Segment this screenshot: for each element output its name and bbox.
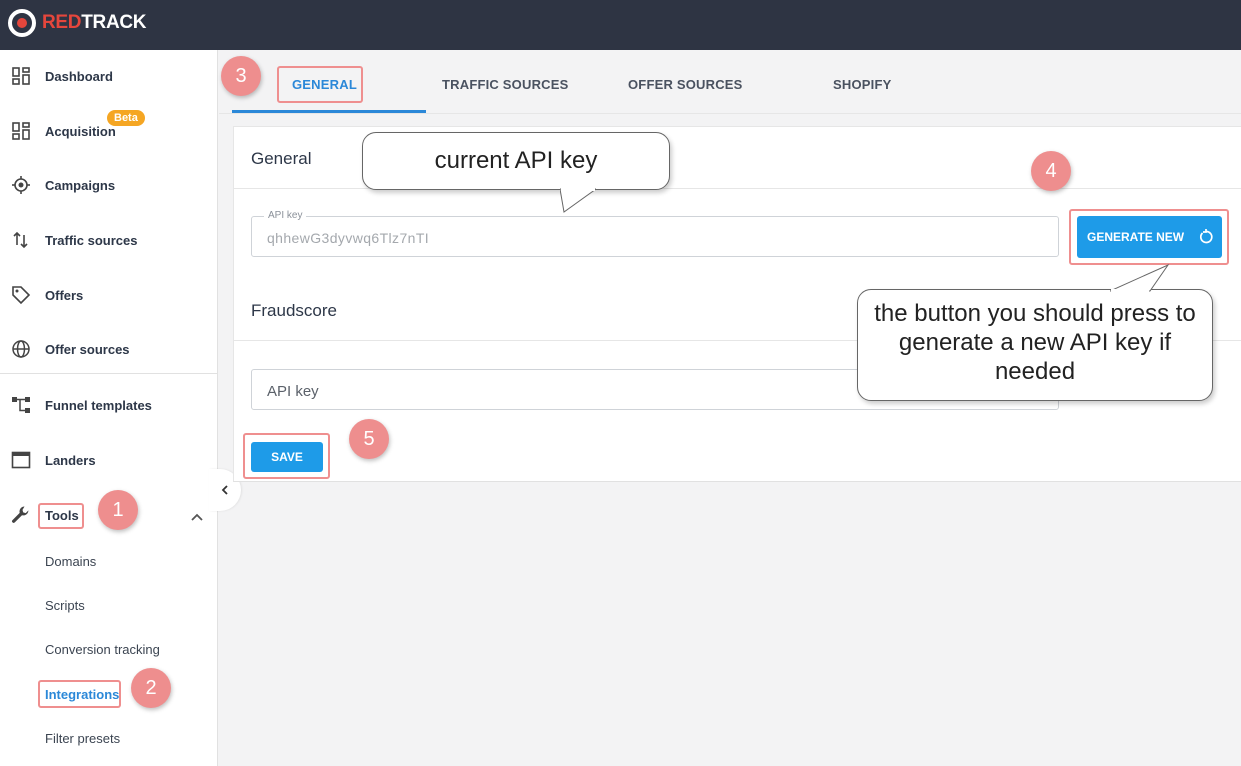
sidebar-item-label: Traffic sources	[45, 232, 138, 248]
logo-text: REDTRACK	[42, 12, 147, 33]
sidebar-divider	[0, 373, 218, 374]
api-key-field[interactable]: API key qhhewG3dyvwq6Tlz7nTI	[251, 210, 1059, 257]
sidebar-subitem-domains[interactable]: Domains	[45, 554, 96, 569]
sidebar-item-label: Acquisition	[45, 123, 116, 139]
sidebar-item-funnel-templates[interactable]: Funnel templates	[0, 385, 218, 425]
sidebar-subitem-filter-presets[interactable]: Filter presets	[45, 731, 120, 746]
funnel-icon	[10, 394, 32, 416]
step-marker-1: 1	[98, 490, 138, 530]
api-key-legend: API key	[264, 210, 307, 221]
beta-badge: Beta	[107, 110, 145, 126]
wrench-icon	[10, 504, 32, 526]
sidebar-item-offer-sources[interactable]: Offer sources	[0, 329, 218, 369]
highlight-general-tab	[277, 66, 363, 103]
dashboard-icon	[10, 65, 32, 87]
window-icon	[10, 449, 32, 471]
active-tab-indicator	[232, 110, 426, 113]
sidebar-item-dashboard[interactable]: Dashboard	[0, 56, 218, 96]
tab-offer-sources[interactable]: OFFER SOURCES	[628, 77, 743, 92]
tab-shopify[interactable]: SHOPIFY	[833, 77, 891, 92]
sidebar-item-landers[interactable]: Landers	[0, 440, 218, 480]
highlight-generate-button	[1069, 209, 1229, 265]
sidebar-item-label: Landers	[45, 452, 96, 468]
callout-generate-button: the button you should press to generate …	[857, 289, 1213, 401]
sidebar-item-traffic-sources[interactable]: Traffic sources	[0, 220, 218, 260]
callout-tail	[560, 188, 596, 213]
step-marker-3: 3	[221, 56, 261, 96]
arrows-updown-icon	[10, 229, 32, 251]
dashboard-icon	[10, 120, 32, 142]
logo-mark-icon	[8, 9, 36, 37]
section-title-fraudscore: Fraudscore	[251, 301, 337, 320]
sidebar-item-label: Funnel templates	[45, 397, 152, 413]
sidebar-item-label: Dashboard	[45, 68, 113, 84]
top-bar: REDTRACK	[0, 0, 1241, 50]
api-key-value: qhhewG3dyvwq6Tlz7nTI	[267, 230, 430, 246]
sidebar-item-offers[interactable]: Offers	[0, 275, 218, 315]
fraudscore-api-key-placeholder: API key	[267, 383, 319, 400]
highlight-save-button	[243, 433, 330, 479]
callout-current-api-key: current API key	[362, 132, 670, 190]
step-marker-4: 4	[1031, 151, 1071, 191]
highlight-integrations	[38, 680, 121, 708]
sidebar-item-label: Offer sources	[45, 341, 130, 357]
sidebar: Dashboard Acquisition Beta Campaigns Tra…	[0, 50, 218, 766]
tag-icon	[10, 284, 32, 306]
sidebar-item-label: Offers	[45, 287, 84, 303]
sidebar-subitem-scripts[interactable]: Scripts	[45, 598, 85, 613]
sidebar-item-label: Campaigns	[45, 177, 116, 193]
globe-icon	[10, 338, 32, 360]
callout-tail	[1110, 264, 1170, 292]
redtrack-logo[interactable]: REDTRACK	[8, 9, 147, 37]
chevron-left-icon	[221, 485, 228, 495]
tab-bar: GENERAL TRAFFIC SOURCES OFFER SOURCES SH…	[219, 50, 1241, 114]
chevron-up-icon[interactable]	[190, 510, 204, 524]
step-marker-2: 2	[131, 668, 171, 708]
sidebar-subitem-conversion-tracking[interactable]: Conversion tracking	[45, 642, 160, 657]
highlight-tools	[38, 503, 84, 529]
target-icon	[10, 174, 32, 196]
sidebar-item-campaigns[interactable]: Campaigns	[0, 165, 218, 205]
tab-traffic-sources[interactable]: TRAFFIC SOURCES	[442, 77, 569, 92]
section-title-general: General	[251, 149, 312, 168]
step-marker-5: 5	[349, 419, 389, 459]
